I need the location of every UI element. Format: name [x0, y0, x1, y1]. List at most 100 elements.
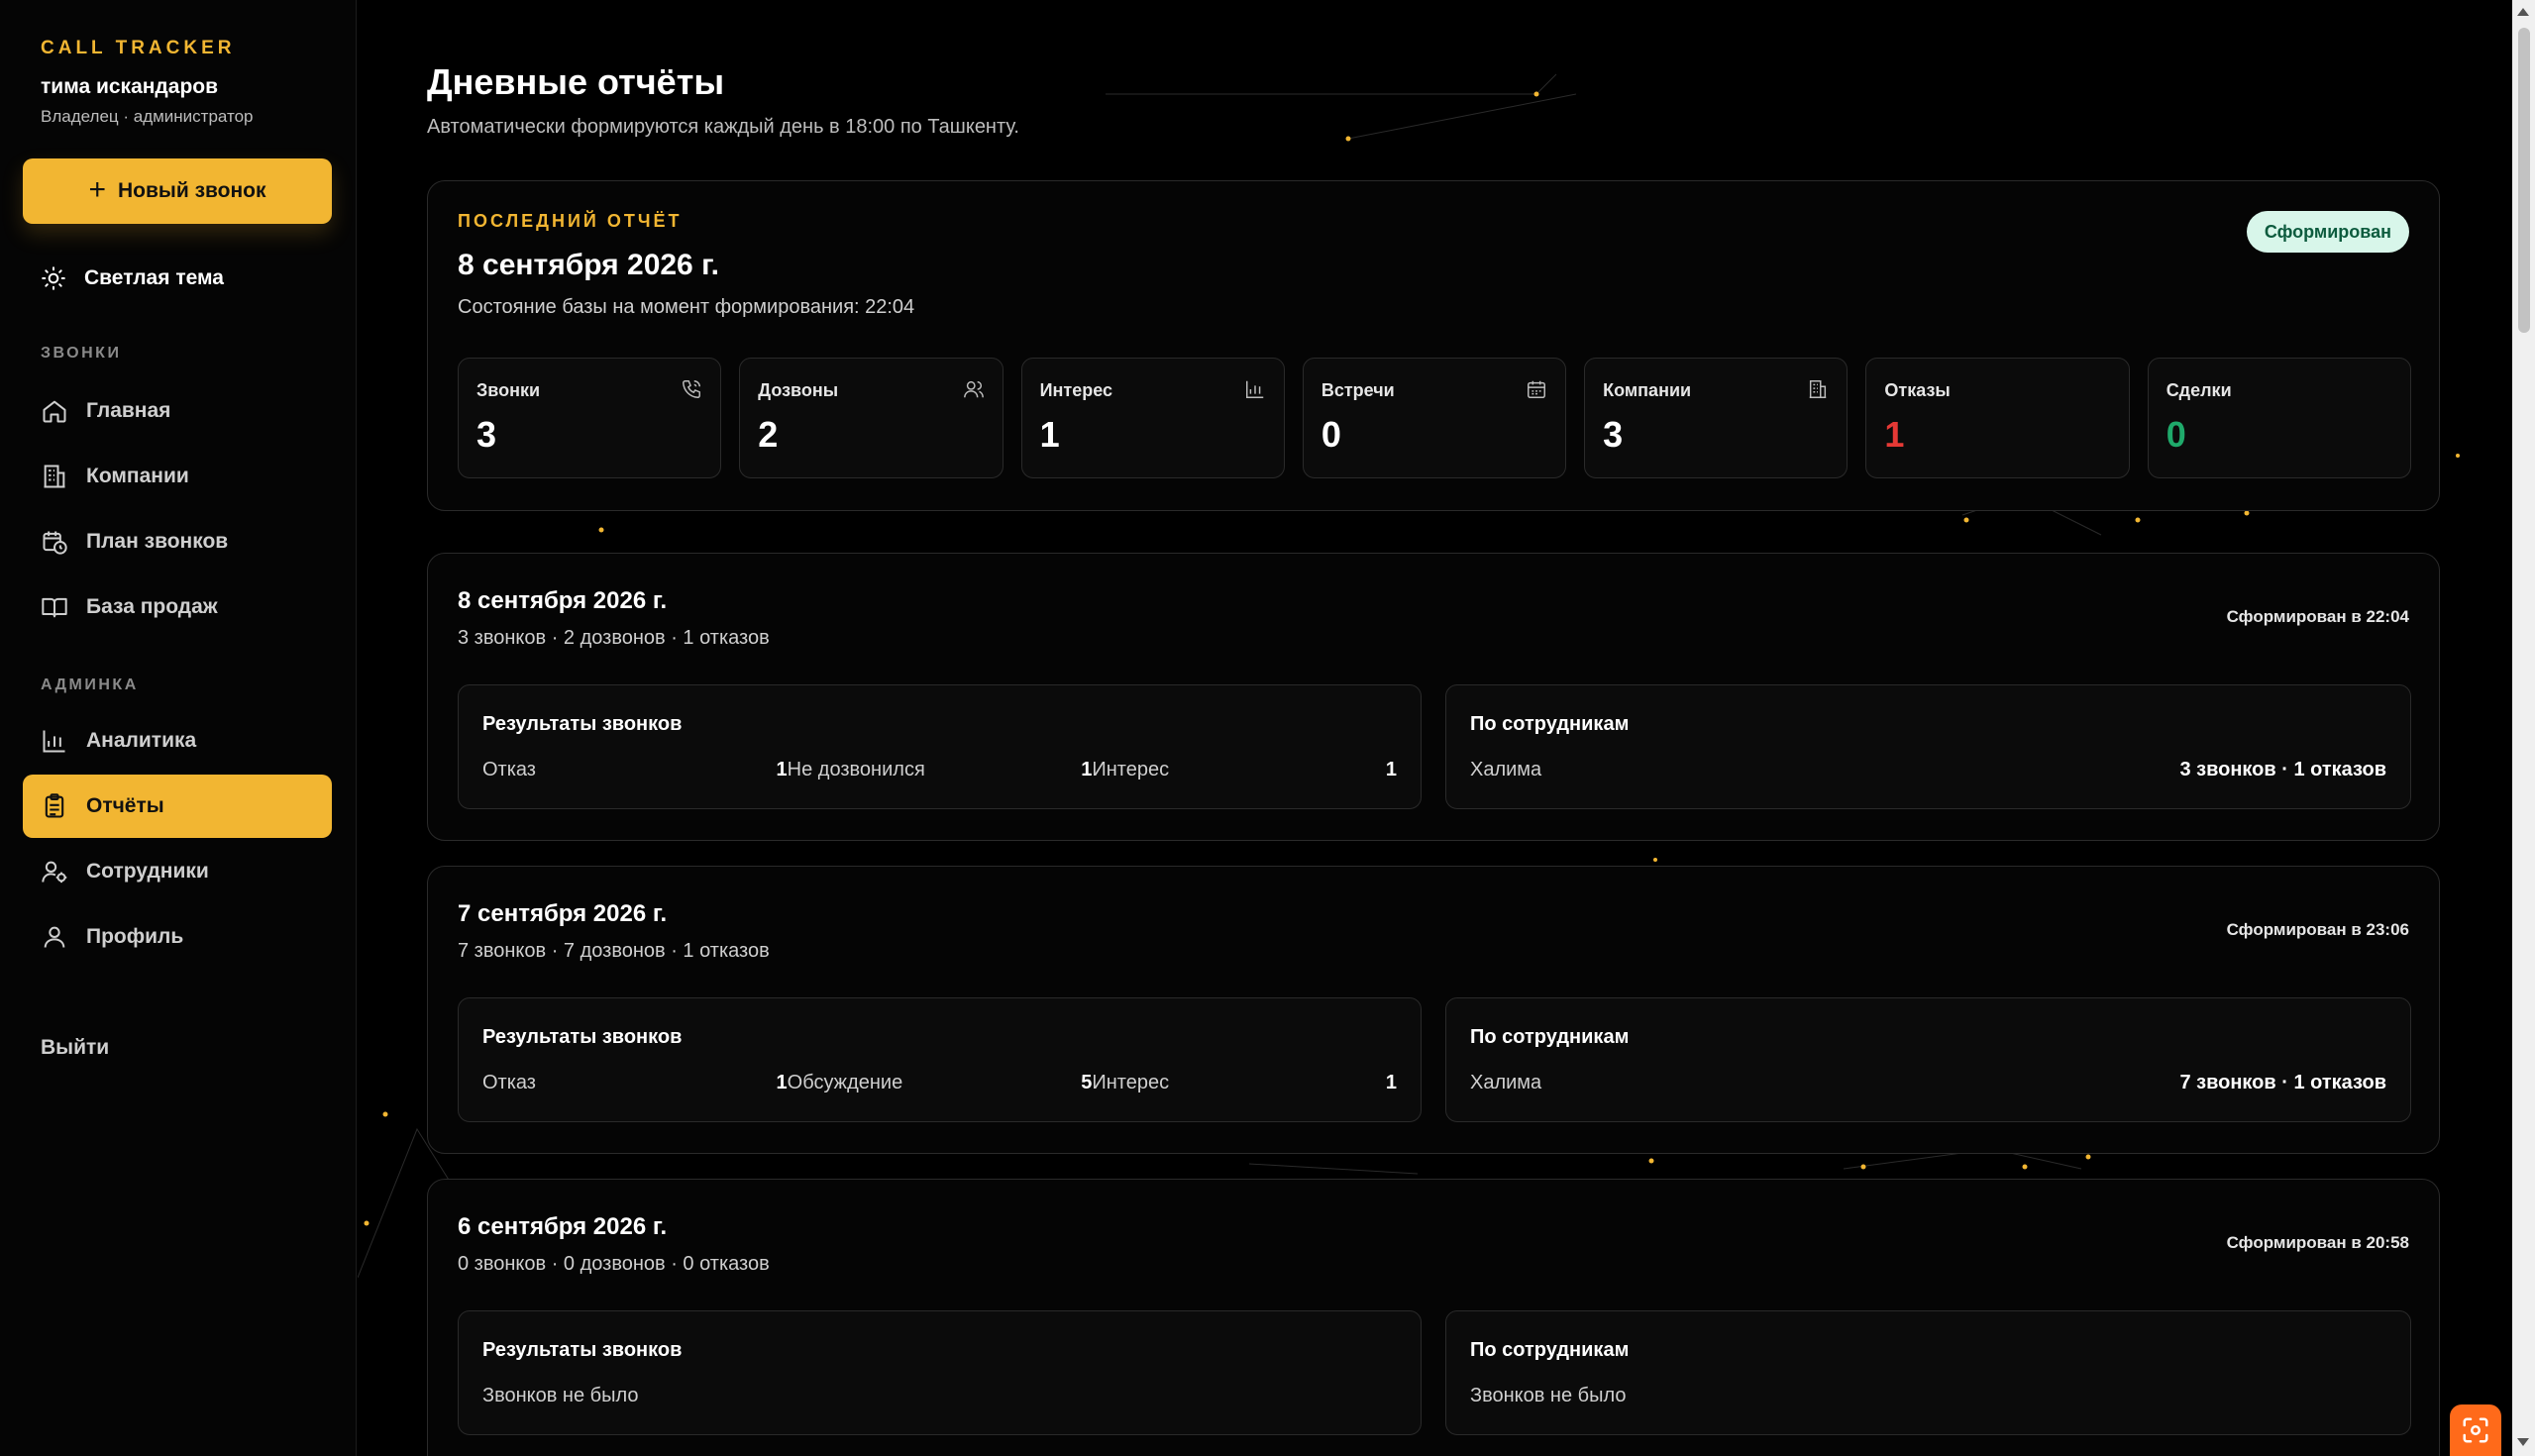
- theme-toggle[interactable]: Светлая тема: [41, 265, 224, 291]
- page-title: Дневные отчёты: [427, 61, 725, 102]
- result-count: 1: [776, 1072, 788, 1093]
- daily-report-card[interactable]: 7 сентября 2026 г. 7 звонков · 7 дозвоно…: [427, 866, 2440, 1154]
- result-count: 5: [1081, 1072, 1093, 1093]
- user-role: Владелец · администратор: [41, 107, 254, 126]
- result-item: Интерес 1: [1092, 759, 1397, 781]
- user-gear-icon: [42, 861, 67, 884]
- stat-card-companies: Компании 3: [1584, 358, 1848, 478]
- result-label: Интерес: [1092, 1072, 1170, 1093]
- clipboard-icon: [45, 793, 64, 818]
- scroll-thumb[interactable]: [2518, 28, 2530, 333]
- daily-report-card[interactable]: 6 сентября 2026 г. 0 звонков · 0 дозвоно…: [427, 1179, 2440, 1456]
- empty-state: Звонков не было: [482, 1385, 639, 1406]
- result-label: Отказ: [482, 1072, 536, 1093]
- latest-report-card: ПОСЛЕДНИЙ ОТЧЁТ 8 сентября 2026 г. Состо…: [427, 180, 2440, 511]
- users-icon: [963, 380, 984, 398]
- result-count: 1: [776, 759, 788, 780]
- result-label: Не дозвонился: [787, 759, 925, 780]
- calendar-icon: [1528, 380, 1546, 398]
- result-item: Обсуждение 5: [788, 1072, 1093, 1094]
- by-employee-panel: По сотрудникам Звонков не было: [1445, 1310, 2411, 1435]
- report-summary: 0 звонков · 0 дозвонов · 0 отказов: [458, 1253, 770, 1275]
- sun-icon: [42, 266, 65, 290]
- daily-report-card[interactable]: 8 сентября 2026 г. 3 звонков · 2 дозвоно…: [427, 553, 2440, 841]
- employee-summary: 3 звонков · 1 отказов: [2179, 759, 2386, 780]
- panel-title: По сотрудникам: [1470, 1339, 1630, 1361]
- report-generated-time: Сформирован в 22:04: [2226, 607, 2409, 626]
- sidebar-item-employees[interactable]: Сотрудники: [23, 840, 332, 903]
- new-call-label: Новый звонок: [118, 179, 266, 202]
- sidebar-item-call-plan[interactable]: План звонков: [23, 510, 332, 573]
- result-item: Отказ 1: [482, 759, 788, 781]
- sidebar-item-companies[interactable]: Компании: [23, 445, 332, 508]
- report-summary: 3 звонков · 2 дозвонов · 1 отказов: [458, 627, 770, 649]
- stat-label: Компании: [1603, 380, 1692, 400]
- report-date: 7 сентября 2026 г.: [458, 900, 668, 927]
- logout-link[interactable]: Выйти: [41, 1036, 109, 1060]
- calendar-clock-icon: [43, 531, 67, 555]
- page-scrollbar[interactable]: [2512, 0, 2535, 1456]
- theme-toggle-label: Светлая тема: [84, 266, 224, 289]
- call-results-panel: Результаты звонков Звонков не было: [458, 1310, 1422, 1435]
- user-name: тима искандаров: [41, 75, 219, 98]
- new-call-button[interactable]: + Новый звонок: [23, 158, 332, 224]
- sidebar-item-label: Профиль: [86, 925, 184, 948]
- sidebar-item-sales-base[interactable]: База продаж: [23, 575, 332, 639]
- result-count: 1: [1385, 759, 1398, 780]
- book-icon: [42, 597, 67, 618]
- stat-card-calls: Звонки 3: [458, 358, 722, 478]
- stat-card-refusals: Отказы 1: [1865, 358, 2130, 478]
- employee-name: Халима: [1470, 759, 1542, 780]
- building-icon: [44, 465, 65, 488]
- capture-icon: [2463, 1417, 2488, 1443]
- stat-card-meetings: Встречи 0: [1302, 358, 1567, 478]
- sidebar-item-label: План звонков: [86, 530, 229, 553]
- panel-title: По сотрудникам: [1470, 1026, 1630, 1048]
- home-icon: [43, 400, 66, 423]
- screenshot-capture-button[interactable]: [2450, 1404, 2501, 1456]
- sidebar-item-label: Компании: [86, 465, 189, 487]
- result-label: Обсуждение: [787, 1072, 903, 1093]
- employee-summary: 7 звонков · 1 отказов: [2179, 1072, 2386, 1093]
- result-item: Не дозвонился 1: [788, 759, 1093, 781]
- stat-card-deals: Сделки 0: [2147, 358, 2411, 478]
- sidebar-item-reports[interactable]: Отчёты: [23, 775, 332, 838]
- brand-logo: CALL TRACKER: [41, 38, 236, 58]
- stat-label: Встречи: [1320, 380, 1395, 400]
- sidebar-item-label: Аналитика: [86, 729, 197, 752]
- latest-report-label: ПОСЛЕДНИЙ ОТЧЁТ: [458, 211, 683, 231]
- sidebar-item-label: База продаж: [86, 595, 218, 618]
- empty-state: Звонков не было: [1470, 1385, 1627, 1406]
- stat-label: Дозвоны: [758, 380, 839, 400]
- stat-label: Отказы: [1884, 380, 1951, 400]
- employee-name: Халима: [1470, 1072, 1542, 1093]
- call-results-row: Отказ 1 Обсуждение 5 Интерес 1: [482, 1072, 1397, 1094]
- latest-report-subtitle: Состояние базы на момент формирования: 2…: [458, 296, 915, 318]
- stat-value: 3: [476, 414, 497, 455]
- sidebar-item-label: Главная: [86, 399, 171, 422]
- stat-value: 3: [1603, 414, 1624, 455]
- scroll-down-arrow-icon[interactable]: [2517, 1438, 2529, 1446]
- report-date: 6 сентября 2026 г.: [458, 1213, 668, 1240]
- panel-title: Результаты звонков: [482, 1339, 683, 1361]
- stat-label: Сделки: [2165, 380, 2232, 400]
- report-generated-time: Сформирован в 23:06: [2226, 920, 2409, 939]
- main-content: Дневные отчёты Автоматически формируются…: [358, 0, 2512, 1456]
- employee-row: Халима 7 звонков · 1 отказов: [1470, 1072, 2386, 1094]
- panel-title: Результаты звонков: [482, 713, 683, 735]
- page-subtitle: Автоматически формируются каждый день в …: [427, 116, 1019, 138]
- sidebar-item-profile[interactable]: Профиль: [23, 905, 332, 969]
- scroll-up-arrow-icon[interactable]: [2517, 8, 2529, 16]
- stat-card-connects: Дозвоны 2: [739, 358, 1003, 478]
- result-count: 1: [1081, 759, 1093, 780]
- call-results-panel: Результаты звонков Отказ 1 Обсуждение 5 Ин…: [458, 997, 1422, 1122]
- user-icon: [44, 926, 65, 948]
- section-label-calls: ЗВОНКИ: [41, 345, 122, 362]
- sidebar-item-analytics[interactable]: Аналитика: [23, 709, 332, 773]
- bar-chart-icon: [43, 730, 65, 753]
- result-item: Интерес 1: [1092, 1072, 1397, 1094]
- stat-value: 2: [758, 414, 779, 455]
- stat-card-interest: Интерес 1: [1020, 358, 1285, 478]
- sidebar-item-home[interactable]: Главная: [23, 379, 332, 443]
- stat-label: Интерес: [1039, 380, 1112, 400]
